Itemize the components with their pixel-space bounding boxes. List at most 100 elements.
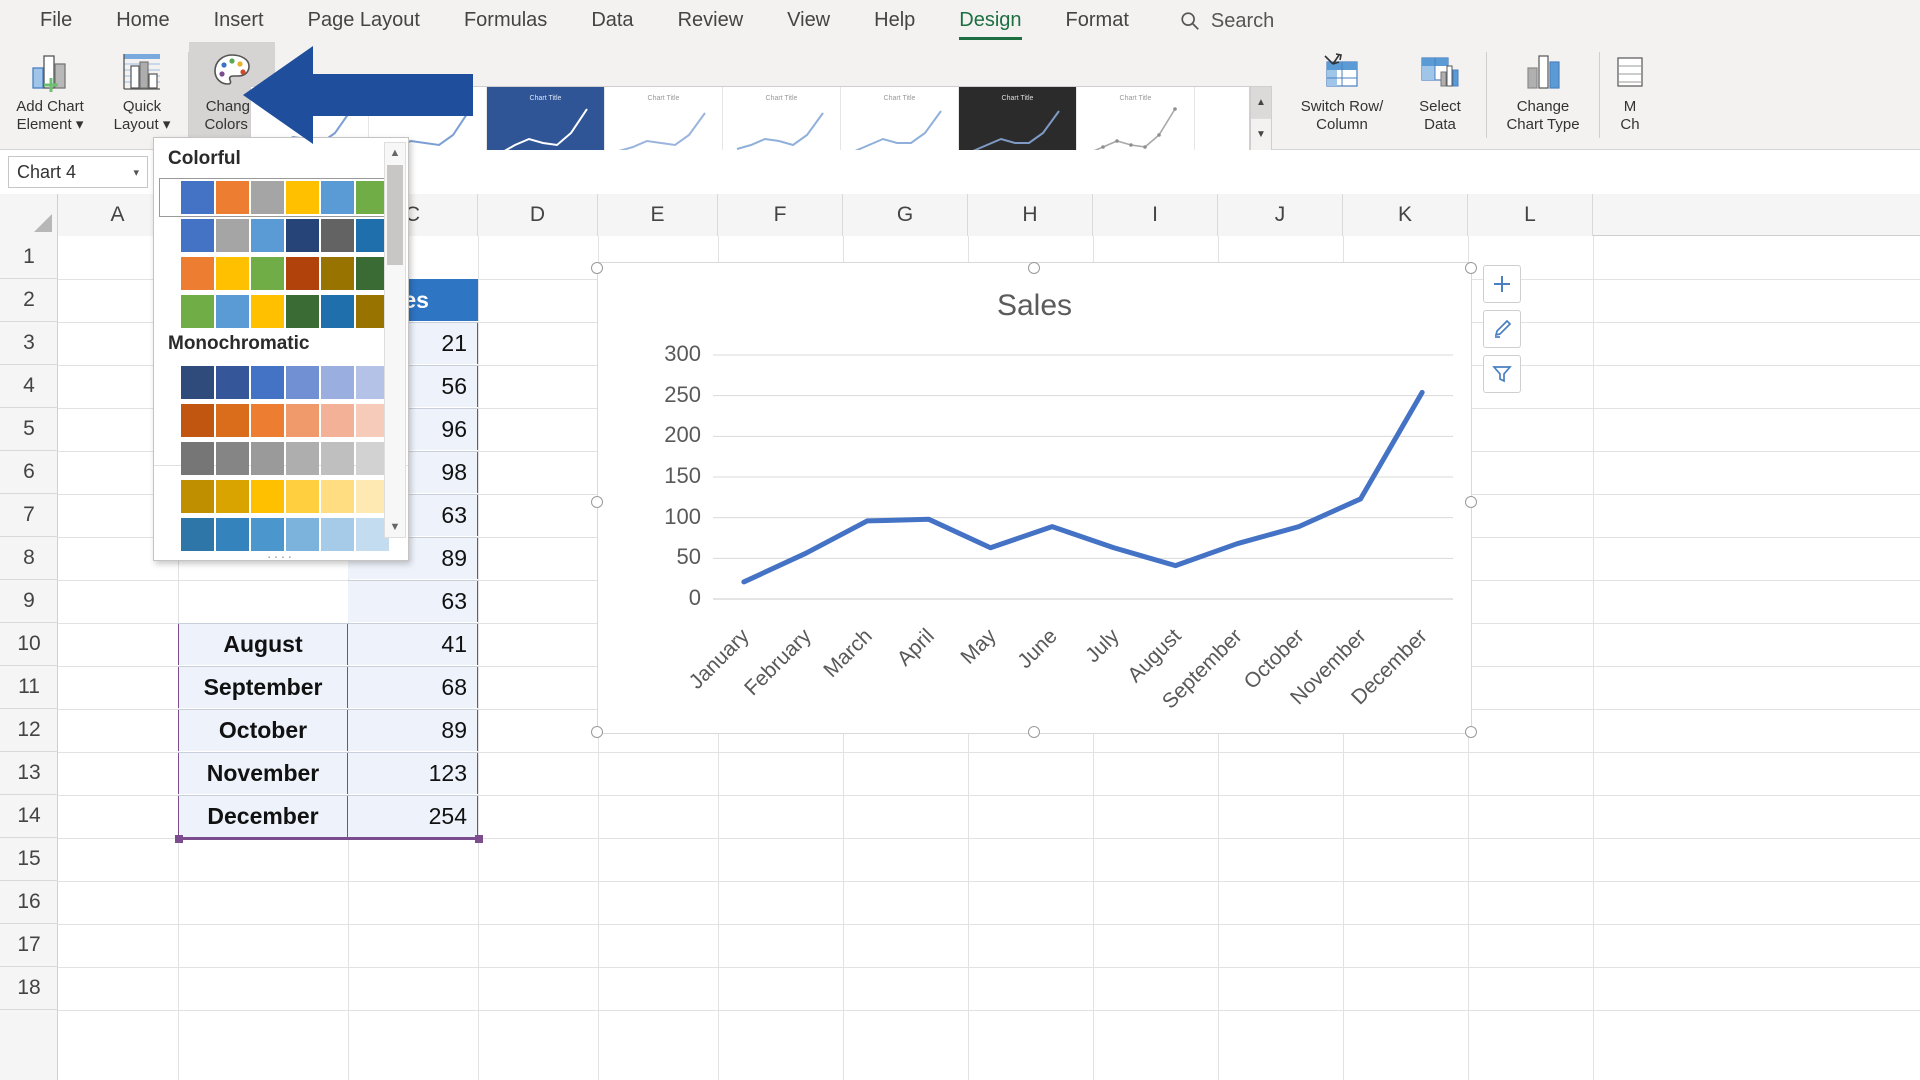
palette-swatch[interactable] [181, 480, 214, 513]
change-chart-type-button[interactable]: Change Chart Type [1487, 42, 1599, 146]
selection-handle[interactable] [475, 835, 483, 843]
cell-B13[interactable]: November [178, 752, 348, 794]
palette-swatch[interactable] [181, 404, 214, 437]
palette-swatch[interactable] [286, 181, 319, 214]
palette-swatch[interactable] [321, 404, 354, 437]
palette-swatch[interactable] [286, 480, 319, 513]
palette-swatch[interactable] [216, 518, 249, 551]
palette-swatch[interactable] [286, 295, 319, 328]
palette-swatch[interactable] [286, 366, 319, 399]
column-header-D[interactable]: D [478, 194, 598, 236]
palette-swatch[interactable] [321, 480, 354, 513]
search-box[interactable]: Search [1179, 10, 1274, 33]
column-header-H[interactable]: H [968, 194, 1093, 236]
chart-resize-handle-w[interactable] [591, 496, 603, 508]
column-header-G[interactable]: G [843, 194, 968, 236]
dropdown-scrollbar[interactable]: ▲ ▼ [384, 142, 406, 538]
palette-swatch[interactable] [181, 442, 214, 475]
palette-swatch[interactable] [251, 181, 284, 214]
cell-B10[interactable]: August [178, 623, 348, 665]
tab-review[interactable]: Review [656, 5, 766, 38]
chart-object[interactable]: Sales 0 50 100 150 200 250 300 January February… [597, 262, 1472, 734]
column-header-E[interactable]: E [598, 194, 718, 236]
row-header-1[interactable]: 1 [0, 236, 58, 279]
palette-swatch[interactable] [321, 181, 354, 214]
row-header-12[interactable]: 12 [0, 709, 58, 752]
palette-swatch[interactable] [251, 219, 284, 252]
column-header-K[interactable]: K [1343, 194, 1468, 236]
column-header-I[interactable]: I [1093, 194, 1218, 236]
tab-insert[interactable]: Insert [192, 5, 286, 38]
column-header-L[interactable]: L [1468, 194, 1593, 236]
palette-swatch[interactable] [216, 442, 249, 475]
dropdown-scroll-down-button[interactable]: ▼ [385, 517, 405, 537]
palette-swatch[interactable] [216, 295, 249, 328]
palette-swatch[interactable] [286, 442, 319, 475]
palette-swatch[interactable] [251, 442, 284, 475]
palette-swatch[interactable] [216, 181, 249, 214]
add-chart-element-button[interactable]: Add Chart Element ▾ [4, 42, 96, 146]
cell-C10[interactable]: 41 [348, 623, 478, 665]
row-header-4[interactable]: 4 [0, 365, 58, 408]
tab-file[interactable]: File [18, 5, 94, 38]
switch-row-column-button[interactable]: Switch Row/ Column [1290, 42, 1394, 146]
palette-swatch[interactable] [321, 366, 354, 399]
cell-C13[interactable]: 123 [348, 752, 478, 794]
palette-swatch[interactable] [216, 480, 249, 513]
chart-resize-handle-sw[interactable] [591, 726, 603, 738]
row-header-10[interactable]: 10 [0, 623, 58, 666]
row-header-11[interactable]: 11 [0, 666, 58, 709]
gallery-scroll-up-button[interactable]: ▲ [1251, 87, 1271, 120]
tab-home[interactable]: Home [94, 5, 191, 38]
chart-resize-handle-nw[interactable] [591, 262, 603, 274]
tab-format[interactable]: Format [1044, 5, 1151, 38]
row-header-8[interactable]: 8 [0, 537, 58, 580]
tab-view[interactable]: View [765, 5, 852, 38]
chart-resize-handle-s[interactable] [1028, 726, 1040, 738]
dropdown-scroll-thumb[interactable] [387, 165, 403, 265]
palette-swatch[interactable] [181, 219, 214, 252]
palette-swatch[interactable] [181, 257, 214, 290]
selection-handle[interactable] [175, 835, 183, 843]
select-all-corner[interactable] [0, 194, 58, 236]
dropdown-grip-handle[interactable]: .... [154, 546, 408, 560]
row-header-6[interactable]: 6 [0, 451, 58, 494]
gallery-scroll-down-button[interactable]: ▼ [1251, 119, 1271, 152]
chart-resize-handle-se[interactable] [1465, 726, 1477, 738]
chart-filters-button[interactable] [1483, 355, 1521, 393]
tab-design[interactable]: Design [937, 5, 1043, 40]
quick-layout-button[interactable]: Quick Layout ▾ [96, 42, 188, 146]
palette-swatch[interactable] [181, 181, 214, 214]
row-header-17[interactable]: 17 [0, 924, 58, 967]
cell-B12[interactable]: October [178, 709, 348, 751]
cell-C12[interactable]: 89 [348, 709, 478, 751]
palette-swatch[interactable] [181, 295, 214, 328]
row-header-13[interactable]: 13 [0, 752, 58, 795]
palette-swatch[interactable] [251, 404, 284, 437]
palette-swatch[interactable] [286, 257, 319, 290]
palette-swatch[interactable] [181, 518, 214, 551]
row-header-5[interactable]: 5 [0, 408, 58, 451]
row-header-18[interactable]: 18 [0, 967, 58, 1010]
cell-C14[interactable]: 254 [348, 795, 478, 837]
chart-elements-button[interactable] [1483, 265, 1521, 303]
palette-swatch[interactable] [286, 404, 319, 437]
tab-formulas[interactable]: Formulas [442, 5, 569, 38]
palette-swatch[interactable] [181, 366, 214, 399]
chart-series-line[interactable] [741, 389, 1425, 585]
palette-swatch[interactable] [321, 442, 354, 475]
row-header-7[interactable]: 7 [0, 494, 58, 537]
cell-B14[interactable]: December [178, 795, 348, 837]
palette-swatch[interactable] [251, 366, 284, 399]
chart-resize-handle-n[interactable] [1028, 262, 1040, 274]
palette-swatch[interactable] [216, 404, 249, 437]
palette-swatch[interactable] [216, 219, 249, 252]
row-header-3[interactable]: 3 [0, 322, 58, 365]
tab-data[interactable]: Data [569, 5, 655, 38]
row-header-14[interactable]: 14 [0, 795, 58, 838]
cell-C11[interactable]: 68 [348, 666, 478, 708]
row-header-9[interactable]: 9 [0, 580, 58, 623]
row-header-16[interactable]: 16 [0, 881, 58, 924]
palette-swatch[interactable] [216, 366, 249, 399]
tab-page-layout[interactable]: Page Layout [286, 5, 442, 38]
